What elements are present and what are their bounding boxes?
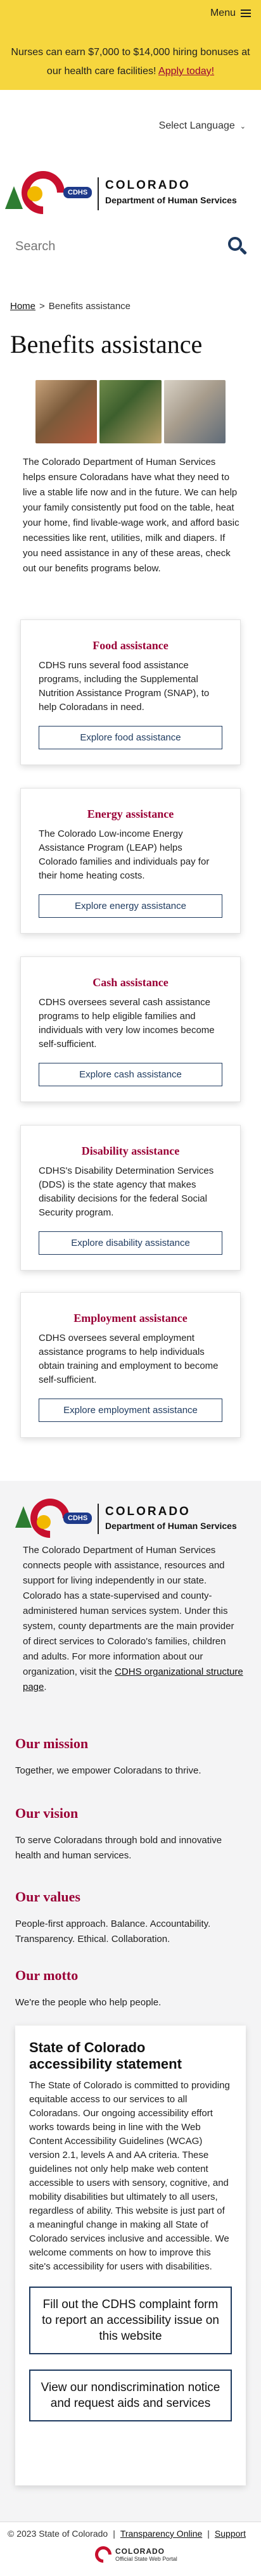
transparency-link[interactable]: Transparency Online: [120, 2528, 202, 2539]
chevron-down-icon: ⌄: [239, 122, 246, 130]
explore-employment-button[interactable]: Explore employment assistance: [39, 1399, 222, 1422]
site-footer: CDHS COLORADO Department of Human Servic…: [0, 1481, 261, 2576]
link-separator: |: [113, 2528, 115, 2539]
logo-divider: [98, 177, 99, 210]
nondiscrimination-button[interactable]: View our nondiscrimination notice and re…: [29, 2370, 232, 2421]
copyright: © 2023 State of Colorado: [8, 2528, 108, 2539]
card-employment-assistance: Employment assistance CDHS oversees seve…: [20, 1292, 241, 1438]
state-portal-logo[interactable]: COLORADO Official State Web Portal: [91, 2542, 177, 2566]
site-header: Select Language ⌄ CDHS COLORADO Departme…: [0, 90, 261, 269]
logo-badge: CDHS: [63, 187, 92, 198]
alert-banner: Menu Nurses can earn $7,000 to $14,000 h…: [0, 0, 261, 90]
hero-image-family: [35, 380, 98, 443]
hero-images: [35, 380, 226, 443]
logo-department: Department of Human Services: [105, 195, 237, 205]
apply-today-link[interactable]: Apply today!: [158, 66, 214, 77]
card-title: Energy assistance: [87, 808, 174, 820]
portal-colorado: COLORADO: [115, 2547, 165, 2556]
complaint-form-button[interactable]: Fill out the CDHS complaint form to repo…: [29, 2287, 232, 2354]
card-title: Disability assistance: [81, 1145, 180, 1157]
footer-about-text: The Colorado Department of Human Service…: [23, 1545, 234, 1677]
accessibility-heading: State of Colorado accessibility statemen…: [29, 2040, 182, 2072]
values-heading: Our values: [15, 1889, 80, 1905]
logo-colorado: COLORADO: [105, 179, 191, 192]
logo-tree-icon: [15, 1506, 32, 1528]
card-text: CDHS runs several food assistance progra…: [39, 660, 210, 713]
breadcrumb: Home > Benefits assistance: [10, 301, 130, 312]
accessibility-statement: State of Colorado accessibility statemen…: [15, 2026, 246, 2485]
breadcrumb-current: Benefits assistance: [48, 301, 131, 312]
hamburger-icon: [241, 10, 251, 17]
explore-cash-button[interactable]: Explore cash assistance: [39, 1063, 222, 1086]
language-select[interactable]: Select Language ⌄: [159, 120, 246, 132]
motto-heading: Our motto: [15, 1967, 79, 1983]
link-separator: |: [207, 2528, 210, 2539]
card-cash-assistance: Cash assistance CDHS oversees several ca…: [20, 956, 241, 1102]
search-icon[interactable]: [228, 237, 248, 256]
card-text: CDHS's Disability Determination Services…: [39, 1165, 214, 1218]
logo-colorado: COLORADO: [105, 1505, 191, 1518]
intro-text: The Colorado Department of Human Service…: [23, 457, 239, 574]
banner-message: Nurses can earn $7,000 to $14,000 hiring…: [10, 43, 251, 81]
hero-image-people: [163, 380, 226, 443]
card-food-assistance: Food assistance CDHS runs several food a…: [20, 619, 241, 765]
logo-divider: [98, 1504, 99, 1534]
motto-text: We're the people who help people.: [15, 1997, 162, 2008]
logo-sun-icon: [27, 186, 42, 201]
logo-badge: CDHS: [63, 1513, 92, 1524]
card-title: Cash assistance: [92, 976, 169, 989]
vision-text: To serve Coloradans through bold and inn…: [15, 1835, 222, 1861]
explore-disability-button[interactable]: Explore disability assistance: [39, 1231, 222, 1255]
card-disability-assistance: Disability assistance CDHS's Disability …: [20, 1125, 241, 1271]
mission-heading: Our mission: [15, 1735, 89, 1751]
mission-text: Together, we empower Coloradans to thriv…: [15, 1765, 201, 1776]
accessibility-text: The State of Colorado is committed to pr…: [29, 2080, 230, 2272]
page-title: Benefits assistance: [10, 330, 203, 358]
card-text: The Colorado Low-income Energy Assistanc…: [39, 828, 210, 881]
explore-energy-button[interactable]: Explore energy assistance: [39, 894, 222, 918]
vision-heading: Our vision: [15, 1805, 79, 1821]
card-text: CDHS oversees several cash assistance pr…: [39, 997, 215, 1050]
footer-about-end: .: [44, 1682, 47, 1692]
breadcrumb-separator: >: [39, 301, 45, 312]
logo-sun-icon: [37, 1515, 51, 1529]
explore-food-button[interactable]: Explore food assistance: [39, 726, 222, 749]
footer-links: © 2023 State of Colorado | Transparency …: [8, 2528, 246, 2539]
footer-bottom-bar: © 2023 State of Colorado | Transparency …: [0, 2522, 261, 2576]
portal-subtitle: Official State Web Portal: [115, 2556, 177, 2562]
menu-label: Menu: [210, 8, 236, 18]
search-input[interactable]: [15, 239, 223, 254]
language-select-label: Select Language: [158, 120, 235, 131]
card-energy-assistance: Energy assistance The Colorado Low-incom…: [20, 788, 241, 934]
footer-about: The Colorado Department of Human Service…: [23, 1543, 243, 1695]
breadcrumb-home[interactable]: Home: [10, 301, 35, 312]
hero-image-garden: [99, 380, 162, 443]
footer-logo[interactable]: CDHS COLORADO Department of Human Servic…: [15, 1490, 243, 1546]
card-title: Food assistance: [92, 639, 169, 652]
values-text: People-first approach. Balance. Accounta…: [15, 1919, 211, 1945]
support-link[interactable]: Support: [215, 2528, 246, 2539]
logo-department: Department of Human Services: [105, 1521, 237, 1531]
card-text: CDHS oversees several employment assista…: [39, 1333, 219, 1385]
card-title: Employment assistance: [73, 1312, 188, 1324]
logo-tree-icon: [5, 186, 23, 209]
portal-c-icon: [91, 2542, 115, 2566]
menu-button[interactable]: Menu: [210, 8, 251, 19]
